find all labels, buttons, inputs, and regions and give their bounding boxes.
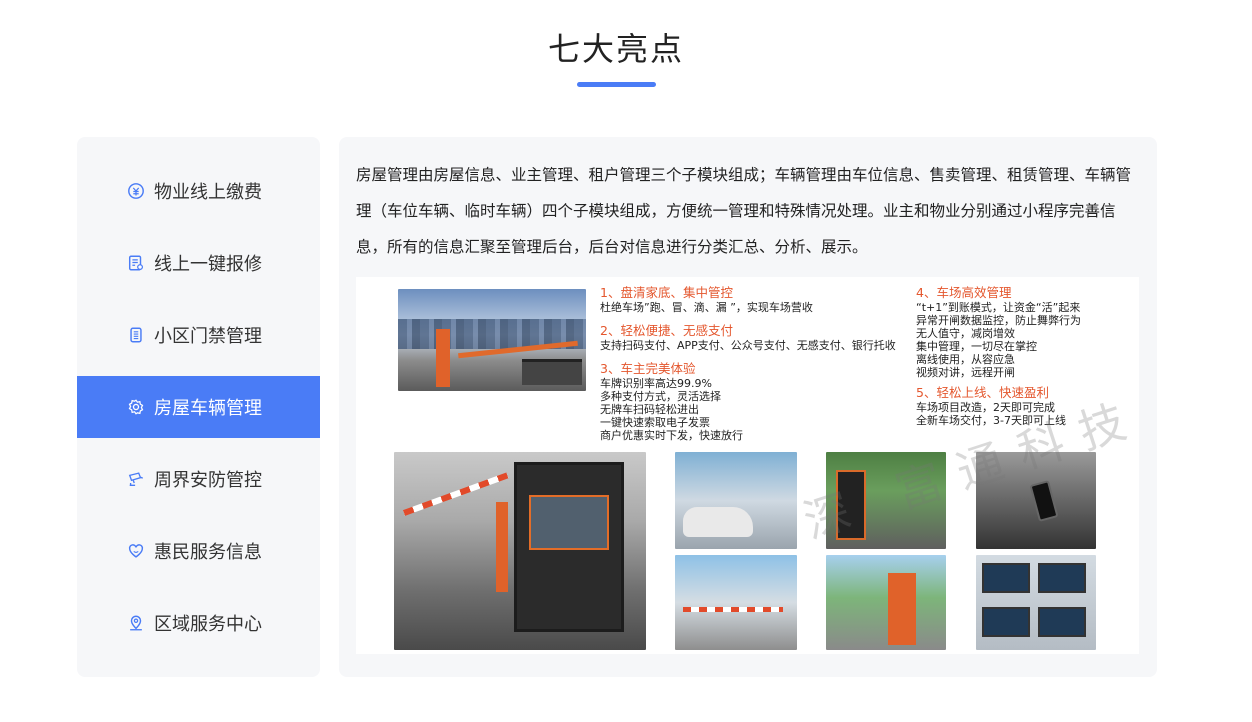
sidebar-item-perimeter-security[interactable]: 周界安防管控	[77, 448, 320, 510]
highlight-point-1: 1、盘清家底、集中管控 杜绝车场”跑、冒、滴、漏 ”，实现车场营收	[600, 285, 813, 314]
sidebar-item-regional-service-center[interactable]: 区域服务中心	[77, 592, 320, 654]
location-pin-icon	[126, 613, 146, 633]
sidebar-item-label: 周界安防管控	[154, 470, 262, 491]
highlight-point-4: 4、车场高效管理 “t+1”到账模式，让资金“活”起来 异常开闸数据监控，防止舞…	[916, 285, 1081, 379]
feature-description: 房屋管理由房屋信息、业主管理、租户管理三个子模块组成；车辆管理由车位信息、售卖管…	[356, 166, 1132, 256]
car-entrance-photo	[675, 452, 797, 549]
sidebar-item-label: 惠民服务信息	[154, 542, 262, 563]
feature-content-panel: 房屋管理由房屋信息、业主管理、租户管理三个子模块组成；车辆管理由车位信息、售卖管…	[339, 137, 1157, 677]
sidebar-item-house-vehicle[interactable]: 房屋车辆管理	[77, 376, 320, 438]
section-title: 七大亮点	[547, 30, 684, 68]
sidebar-item-label: 线上一键报修	[154, 254, 262, 275]
feature-sidebar: 物业线上缴费 线上一键报修 小区门禁管理 房屋车辆管理 周界安防管控 惠民服务信…	[77, 137, 320, 677]
gear-icon	[126, 397, 146, 417]
title-underline	[577, 82, 656, 87]
payment-icon	[126, 181, 146, 201]
security-camera-icon	[126, 469, 146, 489]
monitoring-screens-photo	[976, 555, 1096, 650]
highlight-point-3: 3、车主完美体验 车牌识别率高达99.9% 多种支付方式，灵活选择 无牌车扫码轻…	[600, 361, 743, 442]
sidebar-item-label: 区域服务中心	[154, 614, 262, 635]
sidebar-item-online-repair[interactable]: 线上一键报修	[77, 232, 320, 294]
sidebar-item-public-service-info[interactable]: 惠民服务信息	[77, 520, 320, 582]
feature-illustration: 1、盘清家底、集中管控 杜绝车场”跑、冒、滴、漏 ”，实现车场营收 2、轻松便捷…	[356, 277, 1139, 654]
sidebar-item-access-control[interactable]: 小区门禁管理	[77, 304, 320, 366]
barrier-arm-photo	[675, 555, 797, 650]
sidebar-item-label: 小区门禁管理	[154, 326, 262, 347]
sidebar-item-property-payment[interactable]: 物业线上缴费	[77, 160, 320, 222]
guard-booth-photo	[394, 452, 646, 650]
repair-form-icon	[126, 253, 146, 273]
sidebar-item-label: 物业线上缴费	[154, 182, 262, 203]
parking-gate-photo	[398, 289, 586, 391]
sidebar-item-label: 房屋车辆管理	[154, 398, 262, 419]
heart-icon	[126, 541, 146, 561]
highlight-point-2: 2、轻松便捷、无感支付 支持扫码支付、APP支付、公众号支付、无感支付、银行托收	[600, 323, 896, 352]
gate-kiosk-photo	[826, 555, 946, 650]
access-card-icon	[126, 325, 146, 345]
